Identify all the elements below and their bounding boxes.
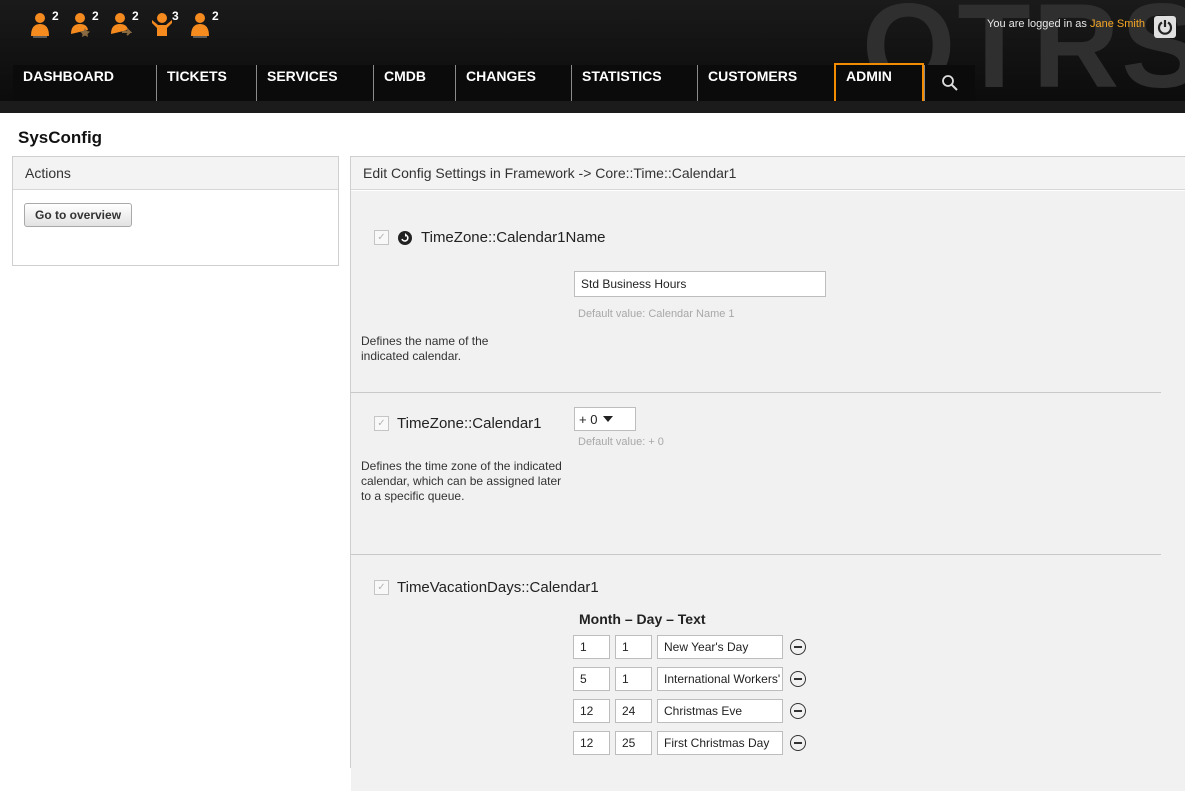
- setting-vacation-days: ✓ TimeVacationDays::Calendar1: [374, 579, 599, 596]
- vacation-month-input[interactable]: 1: [573, 635, 610, 659]
- user-arrow-icon: [111, 13, 132, 36]
- setting-name: TimeVacationDays::Calendar1: [397, 579, 599, 596]
- vacation-text-input[interactable]: First Christmas Day: [657, 731, 783, 755]
- user-name-link[interactable]: Jane Smith: [1090, 18, 1145, 30]
- setting-time-zone: ✓ TimeZone::Calendar1: [374, 415, 542, 432]
- default-value-text: Default value: + 0: [578, 436, 664, 448]
- nav-changes[interactable]: CHANGES: [455, 65, 571, 101]
- setting-description: Defines the name of the indicated calend…: [361, 334, 489, 363]
- toolbar-count: 2: [92, 9, 99, 23]
- config-panel-body: ✓ TimeZone::Calendar1Name Default value:…: [351, 191, 1185, 791]
- remove-row-icon[interactable]: [790, 703, 806, 719]
- nav-search-button[interactable]: [924, 65, 975, 101]
- vacation-row: 12 24 Christmas Eve: [573, 698, 806, 724]
- vacation-day-input[interactable]: 1: [615, 667, 652, 691]
- setting-divider: [351, 554, 1161, 555]
- setting-enabled-checkbox[interactable]: ✓: [374, 416, 389, 431]
- vacation-text-input[interactable]: International Workers' Day: [657, 667, 783, 691]
- vacation-month-input[interactable]: 12: [573, 731, 610, 755]
- toolbar-count: 2: [212, 9, 219, 23]
- nav-services[interactable]: SERVICES: [256, 65, 373, 101]
- vacation-row: 5 1 International Workers' Day: [573, 666, 806, 692]
- nav-cmdb[interactable]: CMDB: [373, 65, 455, 101]
- power-icon: [1157, 20, 1173, 35]
- login-info: You are logged in as Jane Smith: [987, 18, 1145, 30]
- toolbar-item-3[interactable]: 2: [110, 6, 139, 42]
- remove-row-icon[interactable]: [790, 735, 806, 751]
- toolbar-count: 2: [52, 9, 59, 23]
- main-navigation: DASHBOARD TICKETS SERVICES CMDB CHANGES …: [13, 63, 975, 103]
- setting-description: Defines the time zone of the indicated c…: [361, 459, 562, 503]
- chevron-down-icon: [603, 416, 614, 422]
- toolbar-count: 2: [132, 9, 139, 23]
- toolbar-item-4[interactable]: 3: [150, 6, 179, 42]
- default-value-text: Default value: Calendar Name 1: [578, 308, 735, 320]
- remove-row-icon[interactable]: [790, 639, 806, 655]
- nav-tickets[interactable]: TICKETS: [156, 65, 256, 101]
- user-icon: [191, 13, 209, 38]
- config-settings-panel: Edit Config Settings in Framework -> Cor…: [350, 156, 1185, 791]
- setting-name: TimeZone::Calendar1: [397, 415, 542, 432]
- nav-dashboard[interactable]: DASHBOARD: [13, 65, 156, 101]
- setting-name: TimeZone::Calendar1Name: [421, 229, 606, 246]
- actions-sidebar: Actions Go to overview: [12, 156, 339, 266]
- vacation-day-input[interactable]: 1: [615, 635, 652, 659]
- vacation-table-header: Month – Day – Text: [579, 611, 706, 627]
- search-icon: [942, 75, 958, 91]
- calendar-name-input[interactable]: [574, 271, 826, 297]
- time-zone-selected-value: + 0: [579, 411, 598, 427]
- toolbar-count: 3: [172, 9, 179, 23]
- vacation-month-input[interactable]: 12: [573, 699, 610, 723]
- go-to-overview-button[interactable]: Go to overview: [24, 203, 133, 227]
- user-star-icon: [71, 13, 90, 37]
- login-prefix: You are logged in as: [987, 18, 1087, 30]
- nav-customers[interactable]: CUSTOMERS: [697, 65, 834, 101]
- logout-button[interactable]: [1154, 16, 1176, 38]
- nav-admin[interactable]: ADMIN: [834, 63, 924, 103]
- vacation-day-input[interactable]: 24: [615, 699, 652, 723]
- actions-header: Actions: [13, 157, 338, 190]
- vacation-text-input[interactable]: Christmas Eve: [657, 699, 783, 723]
- config-panel-header: Edit Config Settings in Framework -> Cor…: [351, 157, 1185, 190]
- vacation-day-input[interactable]: 25: [615, 731, 652, 755]
- toolbar-item-5[interactable]: 2: [190, 6, 219, 42]
- toolbar-item-2[interactable]: 2: [70, 6, 99, 42]
- header: OTRS 2 2 2 3 2 You are logged in as Jane…: [0, 0, 1185, 113]
- vacation-row: 1 1 New Year's Day: [573, 634, 806, 660]
- toolbar-item-1[interactable]: 2: [30, 6, 59, 42]
- nav-statistics[interactable]: STATISTICS: [571, 65, 697, 101]
- setting-divider: [351, 392, 1161, 393]
- vacation-row: 12 25 First Christmas Day: [573, 730, 806, 756]
- time-zone-select[interactable]: + 0: [574, 407, 636, 431]
- user-icon: [31, 13, 49, 38]
- remove-row-icon[interactable]: [790, 671, 806, 687]
- user-raised-arms-icon: [152, 13, 172, 36]
- vacation-month-input[interactable]: 5: [573, 667, 610, 691]
- toolbar: 2 2 2 3 2: [30, 6, 219, 42]
- setting-enabled-checkbox[interactable]: ✓: [374, 230, 389, 245]
- page-title: SysConfig: [18, 128, 103, 147]
- nav-bottom-bar: [0, 101, 1185, 113]
- reset-icon[interactable]: [397, 230, 413, 246]
- setting-enabled-checkbox[interactable]: ✓: [374, 580, 389, 595]
- setting-calendar-name: ✓ TimeZone::Calendar1Name: [374, 229, 606, 246]
- vacation-text-input[interactable]: New Year's Day: [657, 635, 783, 659]
